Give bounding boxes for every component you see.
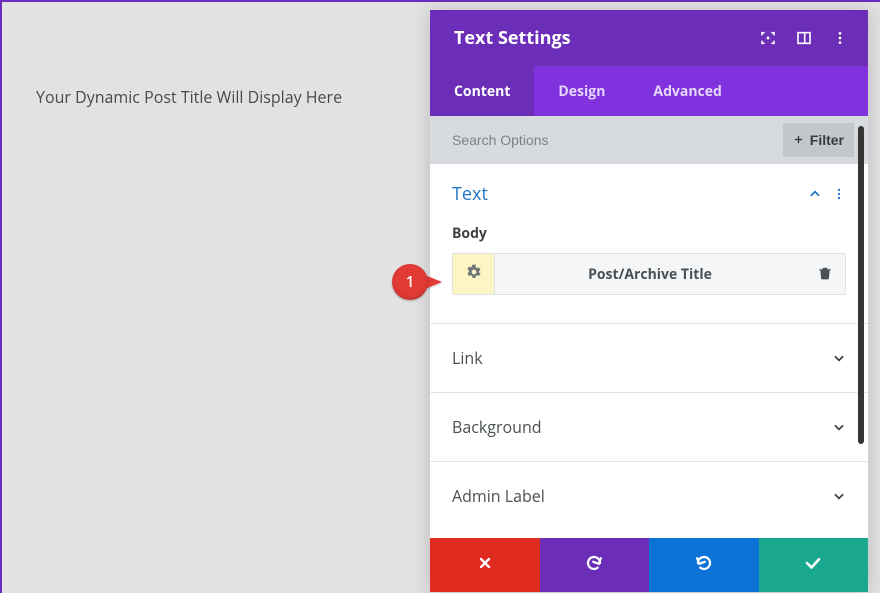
- chevron-down-icon: [832, 351, 846, 365]
- window-top-border: [0, 0, 880, 2]
- section-text-header[interactable]: Text: [452, 182, 846, 206]
- page-preview-title: Your Dynamic Post Title Will Display Her…: [36, 86, 342, 108]
- panel-title: Text Settings: [454, 26, 760, 50]
- section-background-header[interactable]: Background: [430, 393, 868, 461]
- section-admin-label-title: Admin Label: [452, 485, 832, 507]
- section-admin-label: Admin Label: [430, 462, 868, 530]
- dynamic-clear-button[interactable]: [805, 263, 845, 285]
- save-button[interactable]: [759, 538, 869, 592]
- section-link-header[interactable]: Link: [430, 324, 868, 392]
- trash-icon: [818, 263, 832, 285]
- dynamic-settings-button[interactable]: [453, 253, 495, 295]
- scrollbar[interactable]: [858, 126, 864, 444]
- redo-button[interactable]: [649, 538, 759, 592]
- kebab-menu-icon[interactable]: [832, 187, 846, 201]
- section-link: Link: [430, 324, 868, 393]
- tab-advanced[interactable]: Advanced: [629, 66, 745, 116]
- chevron-up-icon: [808, 187, 822, 201]
- section-link-title: Link: [452, 347, 832, 369]
- window-left-border: [0, 0, 2, 593]
- body-field-label: Body: [452, 224, 846, 243]
- undo-button[interactable]: [540, 538, 650, 592]
- filter-button-label: Filter: [810, 132, 844, 148]
- close-icon: [477, 554, 493, 576]
- check-icon: [804, 554, 822, 577]
- section-background: Background: [430, 393, 868, 462]
- settings-panel: Text Settings Content Design Advanced: [430, 10, 868, 592]
- redo-icon: [695, 554, 713, 577]
- plus-icon: [793, 132, 804, 148]
- section-background-title: Background: [452, 416, 832, 438]
- scan-icon[interactable]: [760, 30, 776, 46]
- undo-icon: [585, 554, 603, 577]
- panel-header: Text Settings: [430, 10, 868, 66]
- chevron-down-icon: [832, 489, 846, 503]
- annotation-callout: 1: [392, 264, 454, 300]
- section-text-title: Text: [452, 182, 808, 206]
- section-admin-label-header[interactable]: Admin Label: [430, 462, 868, 530]
- dynamic-value-text: Post/Archive Title: [495, 265, 805, 284]
- action-bar: [430, 538, 868, 592]
- panel-tabs: Content Design Advanced: [430, 66, 868, 116]
- panel-scroll-area: Filter Text Body: [430, 116, 868, 538]
- search-row: Filter: [430, 116, 868, 164]
- filter-button[interactable]: Filter: [783, 123, 854, 157]
- chevron-down-icon: [832, 420, 846, 434]
- gear-icon: [466, 263, 482, 285]
- body-dynamic-value: Post/Archive Title: [452, 253, 846, 295]
- kebab-menu-icon[interactable]: [832, 30, 848, 46]
- discard-button[interactable]: [430, 538, 540, 592]
- section-text: Text Body: [430, 164, 868, 324]
- panel-header-actions: [760, 30, 848, 46]
- tab-content[interactable]: Content: [430, 66, 534, 116]
- expand-panel-icon[interactable]: [796, 30, 812, 46]
- annotation-number: 1: [392, 264, 428, 300]
- tab-design[interactable]: Design: [534, 66, 629, 116]
- search-input[interactable]: [452, 132, 783, 148]
